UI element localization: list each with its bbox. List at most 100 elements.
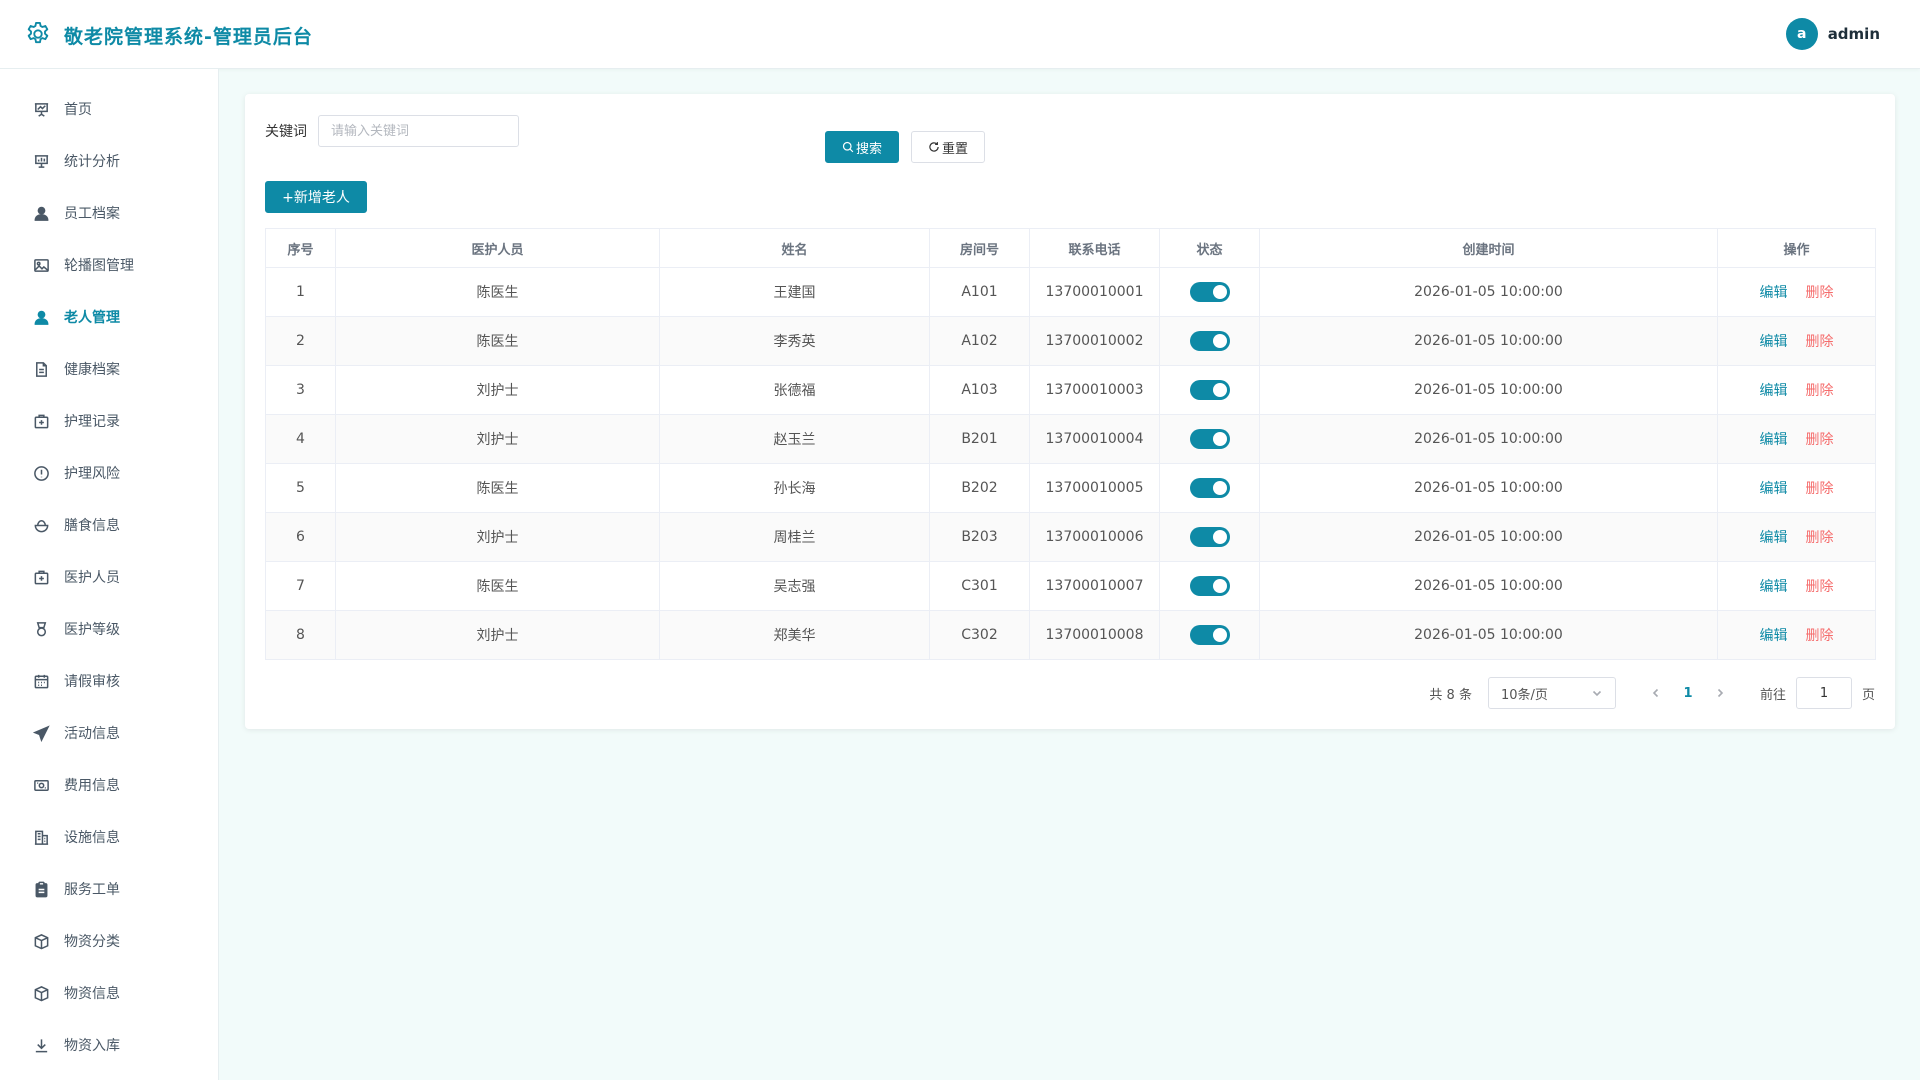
table-row: 8 刘护士 郑美华 C302 13700010008 2026-01-05 10:00:0… — [265, 610, 1876, 660]
user-name[interactable]: admin — [1828, 25, 1880, 43]
status-switch[interactable] — [1189, 478, 1230, 498]
sidebar-item[interactable]: 费用信息 — [0, 759, 218, 811]
cell-name: 孙长海 — [659, 463, 930, 513]
page-size-value: 10条/页 — [1500, 687, 1548, 703]
cell-actions: 编辑 删除 — [1717, 463, 1876, 513]
cell-phone: 13700010003 — [1029, 365, 1160, 415]
sidebar-item[interactable]: 请假审核 — [0, 655, 218, 707]
edit-button[interactable]: 编辑 — [1760, 628, 1788, 644]
delete-button[interactable]: 删除 — [1806, 432, 1834, 448]
status-switch[interactable] — [1189, 331, 1230, 351]
sidebar-item[interactable]: 设施信息 — [0, 811, 218, 863]
app-title: 敬老院管理系统-管理员后台 — [64, 26, 313, 48]
edit-button[interactable]: 编辑 — [1760, 481, 1788, 497]
cell-staff: 陈医生 — [335, 316, 660, 366]
delete-button[interactable]: 删除 — [1806, 383, 1834, 399]
goto-suffix: 页 — [1861, 687, 1875, 703]
sidebar-item[interactable]: 活动信息 — [0, 707, 218, 759]
cell-index: 8 — [265, 610, 336, 660]
sidebar-item[interactable]: 医护人员 — [0, 551, 218, 603]
sidebar-item[interactable]: 护理风险 — [0, 447, 218, 499]
cell-staff: 刘护士 — [335, 512, 660, 562]
sidebar: 首页 统计分析员工档案轮播图管理 老人管理 健康档案护理记录护理风险 膳食信息 医护人员医… — [0, 69, 219, 1080]
user-menu[interactable]: a admin — [1785, 18, 1880, 50]
cell-created: 2026-01-05 10:00:00 — [1259, 561, 1718, 611]
sidebar-item-label: 护理记录 — [64, 414, 120, 430]
cell-index: 5 — [265, 463, 336, 513]
edit-button[interactable]: 编辑 — [1760, 383, 1788, 399]
sidebar-item[interactable]: 护理记录 — [0, 395, 218, 447]
bowl-icon — [32, 516, 50, 534]
sidebar-item-label: 员工档案 — [64, 206, 120, 222]
cell-status — [1159, 610, 1260, 660]
image-icon — [32, 256, 50, 274]
sidebar-item[interactable]: 物资入库 — [0, 1019, 218, 1071]
cell-actions: 编辑 删除 — [1717, 365, 1876, 415]
sidebar-item[interactable]: 物资信息 — [0, 967, 218, 1019]
sidebar-item-label: 医护等级 — [64, 622, 120, 638]
sidebar-item-label: 活动信息 — [64, 726, 120, 742]
sidebar-item[interactable]: 医护等级 — [0, 603, 218, 655]
sidebar-item[interactable]: 首页 — [0, 83, 218, 135]
sidebar-item[interactable]: 健康档案 — [0, 343, 218, 395]
sidebar-item[interactable]: 统计分析 — [0, 135, 218, 187]
document-icon — [32, 360, 50, 378]
search-icon — [842, 141, 854, 153]
cell-status — [1159, 316, 1260, 366]
keyword-input[interactable] — [318, 115, 519, 147]
cell-room: A101 — [929, 267, 1030, 317]
sidebar-item[interactable]: 服务工单 — [0, 863, 218, 915]
status-switch[interactable] — [1189, 576, 1230, 596]
delete-button[interactable]: 删除 — [1806, 285, 1834, 301]
search-button[interactable]: 搜索 — [825, 131, 899, 163]
status-switch[interactable] — [1189, 527, 1230, 547]
sidebar-item[interactable]: 老人管理 — [0, 291, 218, 343]
cell-room: C302 — [929, 610, 1030, 660]
cell-phone: 13700010007 — [1029, 561, 1160, 611]
cell-name: 张德福 — [659, 365, 930, 415]
reset-button[interactable]: 重置 — [911, 131, 985, 163]
page-size-select[interactable]: 10条/页 — [1487, 677, 1616, 709]
sidebar-item[interactable]: 膳食信息 — [0, 499, 218, 551]
delete-button[interactable]: 删除 — [1806, 481, 1834, 497]
avatar[interactable]: a — [1785, 18, 1818, 50]
cell-staff: 刘护士 — [335, 414, 660, 464]
edit-button[interactable]: 编辑 — [1760, 579, 1788, 595]
box-icon — [32, 984, 50, 1002]
sidebar-item[interactable]: 轮播图管理 — [0, 239, 218, 291]
goto-page-input[interactable] — [1795, 677, 1852, 709]
building-icon — [32, 828, 50, 846]
cell-room: B202 — [929, 463, 1030, 513]
presentation-icon — [32, 100, 50, 118]
delete-button[interactable]: 删除 — [1806, 579, 1834, 595]
chevron-right-icon — [1717, 688, 1724, 698]
cell-phone: 13700010004 — [1029, 414, 1160, 464]
sidebar-item[interactable]: 员工档案 — [0, 187, 218, 239]
edit-button[interactable]: 编辑 — [1760, 530, 1788, 546]
status-switch[interactable] — [1189, 282, 1230, 302]
sidebar-item-label: 请假审核 — [64, 674, 120, 690]
sidebar-item[interactable]: 物资分类 — [0, 915, 218, 967]
edit-button[interactable]: 编辑 — [1760, 285, 1788, 301]
delete-button[interactable]: 删除 — [1806, 530, 1834, 546]
next-page-button[interactable] — [1708, 687, 1732, 699]
edit-button[interactable]: 编辑 — [1760, 432, 1788, 448]
add-elder-button[interactable]: +新增老人 — [265, 181, 367, 213]
status-switch[interactable] — [1189, 380, 1230, 400]
cell-phone: 13700010001 — [1029, 267, 1160, 317]
cell-room: A103 — [929, 365, 1030, 415]
prev-page-button[interactable] — [1644, 687, 1668, 699]
cell-staff: 刘护士 — [335, 610, 660, 660]
cell-status — [1159, 561, 1260, 611]
status-switch[interactable] — [1189, 429, 1230, 449]
edit-button[interactable]: 编辑 — [1760, 334, 1788, 350]
cell-created: 2026-01-05 10:00:00 — [1259, 267, 1718, 317]
delete-button[interactable]: 删除 — [1806, 628, 1834, 644]
delete-button[interactable]: 删除 — [1806, 334, 1834, 350]
status-switch[interactable] — [1189, 625, 1230, 645]
user-icon — [32, 308, 50, 326]
cell-actions: 编辑 删除 — [1717, 512, 1876, 562]
download-icon — [32, 1036, 50, 1054]
page-number[interactable]: 1 — [1672, 686, 1704, 701]
table-row: 7 陈医生 吴志强 C301 13700010007 2026-01-05 10:00:0… — [265, 561, 1876, 611]
